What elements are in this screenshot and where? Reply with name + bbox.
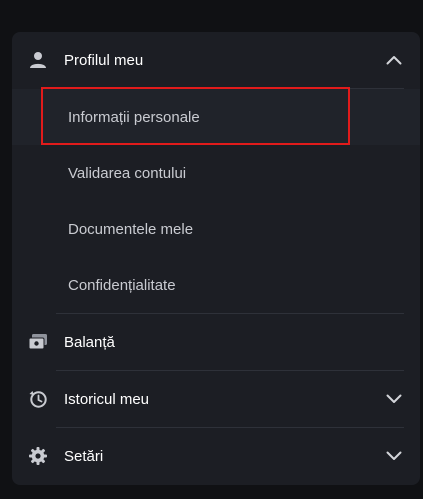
submenu-item-label: Informații personale — [68, 108, 200, 126]
chevron-down-icon[interactable] — [384, 389, 404, 409]
submenu-item-label: Validarea contului — [68, 164, 187, 182]
menu-balance[interactable]: Balanță — [12, 314, 420, 370]
account-menu: Profilul meu Informații personale Valida… — [12, 32, 420, 485]
menu-profile-label: Profilul meu — [64, 51, 144, 69]
menu-history[interactable]: Istoricul meu — [12, 371, 420, 427]
menu-balance-label: Balanță — [64, 333, 115, 351]
user-icon — [28, 50, 48, 70]
submenu-item-my-documents[interactable]: Documentele mele — [12, 201, 420, 257]
menu-settings[interactable]: Setări — [12, 428, 420, 484]
submenu-item-label: Documentele mele — [68, 220, 194, 238]
history-icon — [28, 389, 48, 409]
menu-profile-header[interactable]: Profilul meu — [12, 32, 420, 88]
chevron-down-icon[interactable] — [384, 446, 404, 466]
wallet-icon — [28, 332, 48, 352]
menu-history-label: Istoricul meu — [64, 390, 150, 408]
submenu-item-label: Confidențialitate — [68, 276, 176, 294]
gear-icon — [28, 446, 48, 466]
submenu-item-account-validation[interactable]: Validarea contului — [12, 145, 420, 201]
submenu-item-personal-info[interactable]: Informații personale — [12, 89, 420, 145]
chevron-up-icon[interactable] — [384, 50, 404, 70]
submenu-item-privacy[interactable]: Confidențialitate — [12, 257, 420, 313]
menu-settings-label: Setări — [64, 447, 104, 465]
